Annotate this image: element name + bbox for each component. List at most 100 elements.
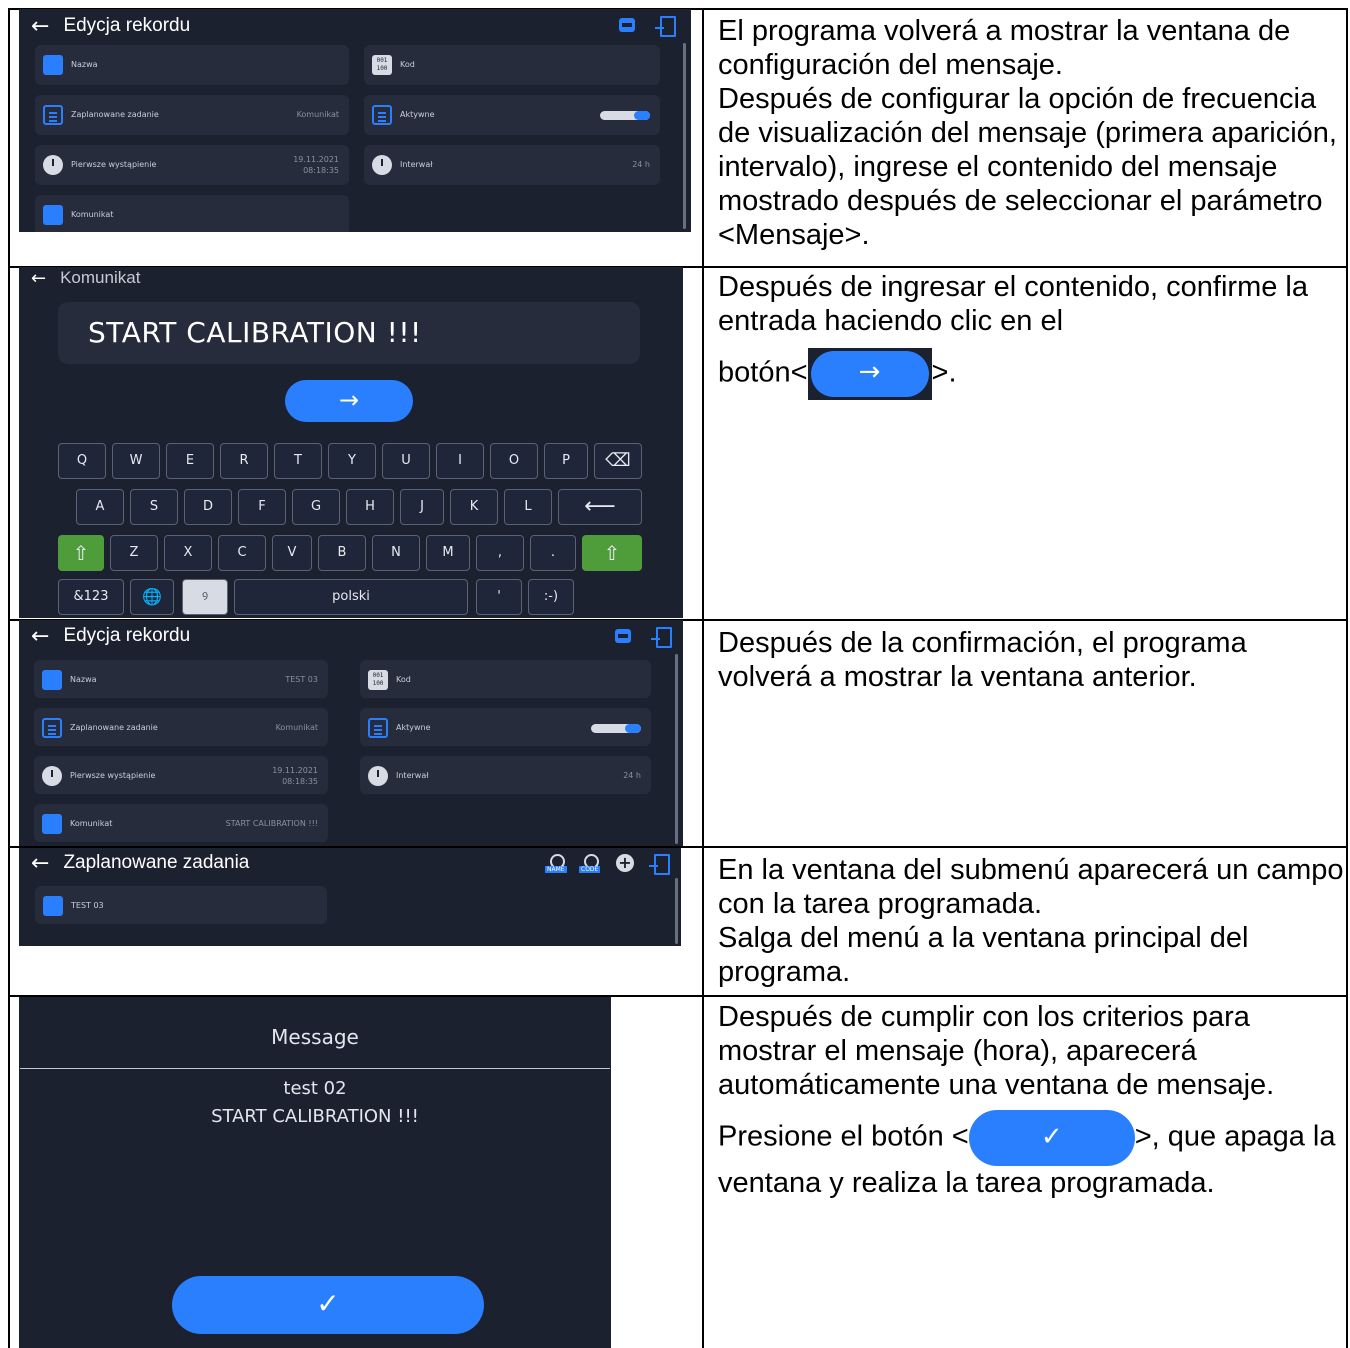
shift-left-icon[interactable]: ⇧: [58, 535, 104, 571]
field-label: Aktywne: [400, 110, 435, 119]
field-nazwa[interactable]: Nazwa TEST 03: [34, 660, 328, 698]
task-name: TEST 03: [71, 901, 104, 910]
key-q[interactable]: Q: [58, 443, 106, 479]
key-i[interactable]: I: [436, 443, 484, 479]
scrollbar[interactable]: [675, 878, 678, 944]
message-input[interactable]: START CALIBRATION !!!: [58, 302, 640, 364]
return-icon[interactable]: ⟵: [558, 489, 642, 525]
field-active[interactable]: Aktywne: [364, 95, 660, 135]
search-by-name-icon[interactable]: [545, 853, 567, 873]
globe-icon[interactable]: 🌐: [130, 579, 174, 615]
field-first-occurrence[interactable]: Pierwsze wystąpienie 19.11.2021 08:18:35: [34, 756, 328, 794]
key-r[interactable]: R: [220, 443, 268, 479]
key-apostrophe[interactable]: ': [476, 579, 522, 615]
key-y[interactable]: Y: [328, 443, 376, 479]
field-message[interactable]: Komunikat: [35, 195, 349, 232]
table-divider: [702, 8, 704, 1348]
field-label: Nazwa: [71, 60, 98, 69]
scrollbar[interactable]: [683, 43, 686, 229]
key-comma[interactable]: ,: [476, 535, 524, 571]
text-prefix: botón<: [718, 356, 808, 389]
key-b[interactable]: B: [318, 535, 366, 571]
text-prefix: Presione el botón <: [718, 1120, 969, 1153]
handwriting-icon[interactable]: ꝰ: [182, 579, 228, 615]
back-arrow-icon[interactable]: ←: [31, 624, 49, 649]
field-value: 24 h: [632, 160, 650, 169]
active-toggle[interactable]: [600, 111, 650, 120]
field-value: 19.11.2021 08:18:35: [293, 154, 339, 176]
key-w[interactable]: W: [112, 443, 160, 479]
back-arrow-icon[interactable]: ←: [31, 851, 49, 876]
key-g[interactable]: G: [292, 489, 340, 525]
key-symbols[interactable]: &123: [58, 579, 124, 615]
field-active[interactable]: Aktywne: [360, 708, 651, 746]
key-h[interactable]: H: [346, 489, 394, 525]
exit-icon[interactable]: [651, 626, 672, 648]
screen-scheduled-tasks: ← Zaplanowane zadania TEST 03: [19, 848, 681, 946]
add-icon[interactable]: [615, 853, 635, 873]
field-message[interactable]: Komunikat START CALIBRATION !!!: [34, 804, 328, 842]
screen-title: Komunikat: [60, 268, 141, 287]
key-s[interactable]: S: [130, 489, 178, 525]
back-arrow-icon[interactable]: ←: [31, 268, 46, 289]
document-icon: [372, 105, 392, 125]
inline-screenshot: →: [807, 348, 932, 400]
key-period[interactable]: .: [530, 535, 576, 571]
exit-icon[interactable]: [655, 15, 676, 37]
date-value: 19.11.2021: [293, 155, 339, 164]
document-table: ← Edycja rekordu Nazwa 001 100 Kod Zaplan…: [0, 0, 1350, 1348]
key-u[interactable]: U: [382, 443, 430, 479]
field-kod[interactable]: 001 100 Kod: [360, 660, 651, 698]
search-by-code-icon[interactable]: [579, 853, 601, 873]
field-first-occurrence[interactable]: Pierwsze wystąpienie 19.11.2021 08:18:35: [35, 145, 349, 185]
key-smiley[interactable]: :-): [528, 579, 574, 615]
active-toggle[interactable]: [591, 724, 641, 733]
field-scheduled-task[interactable]: Zaplanowane zadanie Komunikat: [34, 708, 328, 746]
field-label: Zaplanowane zadanie: [70, 723, 158, 732]
field-nazwa[interactable]: Nazwa: [35, 45, 349, 85]
key-n[interactable]: N: [372, 535, 420, 571]
scrollbar[interactable]: [675, 654, 678, 844]
calendar-clock-icon: [42, 766, 62, 786]
key-space[interactable]: polski: [234, 579, 468, 615]
key-o[interactable]: O: [490, 443, 538, 479]
backspace-icon[interactable]: ⌫: [594, 443, 642, 479]
key-f[interactable]: F: [238, 489, 286, 525]
key-t[interactable]: T: [274, 443, 322, 479]
confirm-arrow-button[interactable]: →: [285, 380, 413, 422]
field-interval[interactable]: Interwał 24 h: [360, 756, 651, 794]
key-c[interactable]: C: [218, 535, 266, 571]
field-label: Kod: [396, 675, 411, 684]
field-value: 19.11.2021 08:18:35: [272, 765, 318, 787]
key-p[interactable]: P: [544, 443, 588, 479]
shift-right-icon[interactable]: ⇧: [582, 535, 642, 571]
field-label: Aktywne: [396, 723, 431, 732]
key-m[interactable]: M: [426, 535, 470, 571]
field-kod[interactable]: 001 100 Kod: [364, 45, 660, 85]
instruction-3: Después de la confirmación, el programa …: [718, 626, 1346, 694]
instruction-2: Después de ingresar el contenido, confir…: [718, 270, 1346, 400]
task-list-item[interactable]: TEST 03: [35, 886, 327, 924]
screen-title: Edycja rekordu: [63, 15, 191, 36]
print-icon[interactable]: [613, 626, 633, 646]
print-icon[interactable]: [617, 15, 637, 35]
top-icons: [545, 853, 670, 875]
key-x[interactable]: X: [164, 535, 212, 571]
paragraph: El programa volverá a mostrar la ventana…: [718, 15, 1291, 81]
key-z[interactable]: Z: [110, 535, 158, 571]
instruction-5: Después de cumplir con los criterios par…: [718, 1000, 1346, 1200]
key-l[interactable]: L: [504, 489, 552, 525]
field-scheduled-task[interactable]: Zaplanowane zadanie Komunikat: [35, 95, 349, 135]
clock-icon: [372, 155, 392, 175]
exit-icon[interactable]: [649, 853, 670, 875]
key-j[interactable]: J: [400, 489, 444, 525]
key-d[interactable]: D: [184, 489, 232, 525]
key-k[interactable]: K: [450, 489, 498, 525]
key-a[interactable]: A: [76, 489, 124, 525]
field-interval[interactable]: Interwał 24 h: [364, 145, 660, 185]
key-v[interactable]: V: [272, 535, 312, 571]
confirm-check-button[interactable]: ✓: [172, 1276, 484, 1334]
back-arrow-icon[interactable]: ←: [31, 14, 49, 39]
key-e[interactable]: E: [166, 443, 214, 479]
document-icon: [43, 105, 63, 125]
